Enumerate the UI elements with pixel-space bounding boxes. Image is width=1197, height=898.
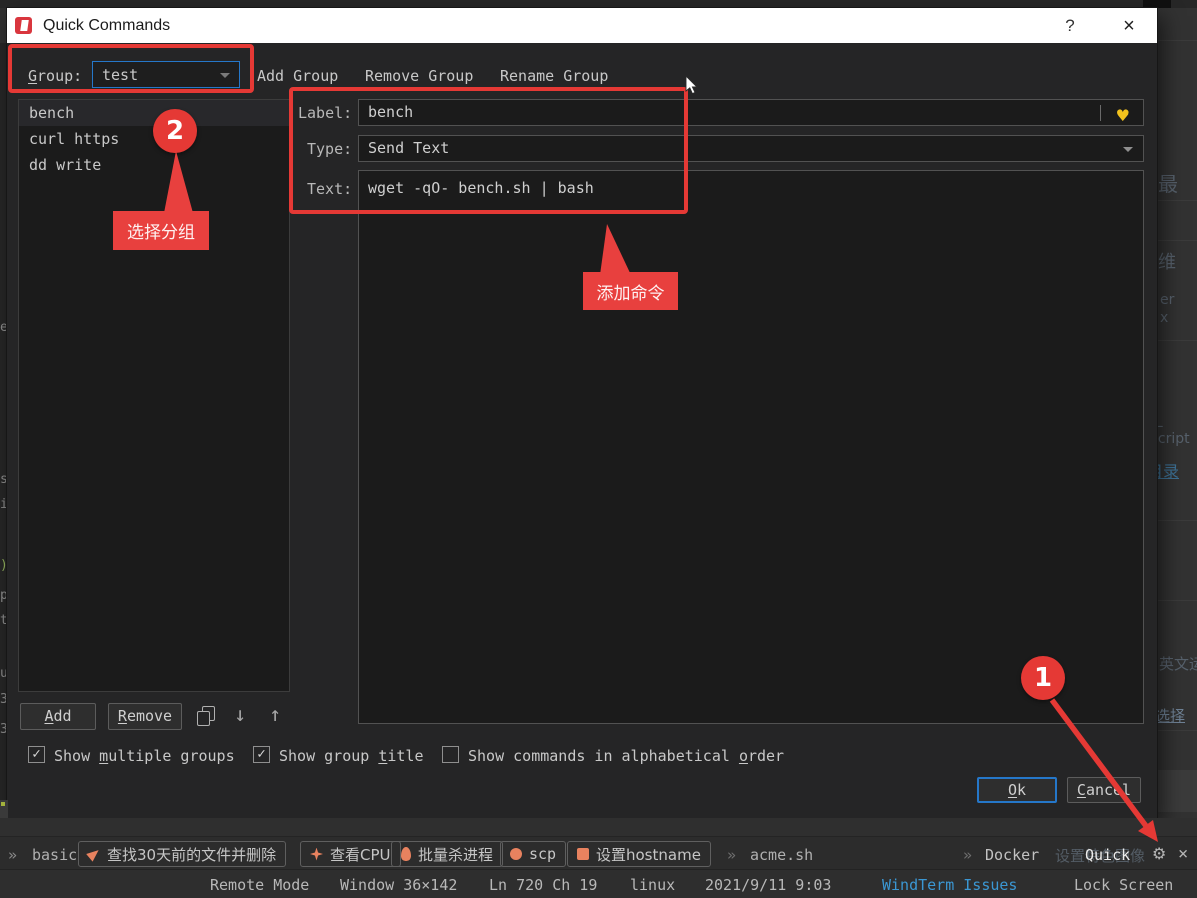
- quick-command-button[interactable]: 设置hostname: [567, 841, 711, 867]
- dialog-title: Quick Commands: [43, 17, 170, 35]
- command-list[interactable]: bench curl https dd write: [18, 99, 290, 692]
- chevrons-icon[interactable]: »: [8, 846, 17, 864]
- bg-fragment: p: [0, 588, 7, 603]
- bg-fragment: Script: [1157, 431, 1190, 447]
- bg-fragment: 3: [0, 692, 7, 707]
- duplicate-icon[interactable]: [197, 706, 217, 727]
- dot-icon: [510, 848, 522, 860]
- status-bar: Remote Mode Window 36×142 Ln 720 Ch 19 l…: [0, 870, 1197, 898]
- bg-fragment: x: [1160, 310, 1168, 326]
- list-item-curl-https[interactable]: curl https: [19, 126, 289, 152]
- windterm-issues-link[interactable]: WindTerm Issues: [882, 876, 1017, 894]
- ok-button[interactable]: Ok: [977, 777, 1057, 803]
- bg-fragment: 最: [1158, 168, 1178, 197]
- background-right-column: 最 维 er x L Script 目录 英文运 选择: [1157, 8, 1197, 898]
- bg-fragment: u: [0, 666, 7, 681]
- bg-fragment: t: [0, 613, 7, 628]
- checkbox-show-group-title[interactable]: [253, 746, 270, 763]
- remove-button[interactable]: Remove: [108, 703, 182, 730]
- tab-basic[interactable]: basic: [32, 846, 77, 864]
- background-left-strip: e s i ) p t u 3 3: [0, 43, 7, 818]
- bg-fragment: 英文运: [1159, 653, 1197, 674]
- type-dropdown-value: Send Text: [368, 139, 449, 157]
- status-os[interactable]: linux: [630, 876, 675, 894]
- square-icon: [577, 848, 589, 860]
- session-tab-bar: » basic 查找30天前的文件并删除 查看CPU 批量杀进程 scp 设置h…: [0, 836, 1197, 870]
- quick-command-button[interactable]: 查看CPU: [300, 841, 401, 867]
- chevron-down-icon: [220, 73, 230, 78]
- move-down-icon[interactable]: ↓: [234, 702, 246, 726]
- menu-rename-group[interactable]: Rename Group: [500, 67, 608, 85]
- quick-command-button[interactable]: 批量杀进程: [391, 841, 503, 867]
- bg-fragment: 目录: [1157, 458, 1179, 482]
- list-item-bench[interactable]: bench: [19, 100, 289, 126]
- checkbox-show-multiple-groups[interactable]: [28, 746, 45, 763]
- tabbar-close-icon[interactable]: ×: [1178, 844, 1188, 864]
- bg-fragment: L: [1157, 415, 1163, 431]
- background-top-strip: [0, 0, 1197, 8]
- background-corner-dot: [1, 802, 5, 806]
- bg-fragment: er: [1160, 292, 1174, 308]
- gear-icon[interactable]: ⚙: [1152, 844, 1166, 863]
- status-lock-screen[interactable]: Lock Screen: [1074, 876, 1173, 894]
- text-field[interactable]: wget -qO- bench.sh | bash: [358, 170, 1144, 724]
- type-dropdown[interactable]: Send Text: [358, 135, 1144, 162]
- label-field[interactable]: bench ♥: [358, 99, 1144, 126]
- field-divider: [1100, 105, 1101, 121]
- checkbox-alphabetical-order[interactable]: [442, 746, 459, 763]
- bg-fragment: 维: [1158, 248, 1176, 274]
- favorite-heart-icon[interactable]: ♥: [1116, 103, 1130, 128]
- group-label: Group:: [28, 67, 82, 85]
- tab-docker[interactable]: Docker: [985, 846, 1039, 864]
- quick-command-button[interactable]: 查找30天前的文件并删除: [78, 841, 286, 867]
- checkbox-label[interactable]: Show group title: [279, 747, 424, 765]
- background-top-black-block: [1143, 0, 1171, 8]
- group-dropdown[interactable]: test: [92, 61, 240, 88]
- chevrons-icon[interactable]: »: [727, 846, 736, 864]
- menu-add-group[interactable]: Add Group: [257, 67, 338, 85]
- bg-fragment: e: [0, 320, 7, 335]
- text-field-value: wget -qO- bench.sh | bash: [368, 179, 594, 197]
- fan-icon: [310, 848, 323, 861]
- label-field-value: bench: [368, 103, 413, 121]
- text-caption: Text:: [307, 180, 352, 198]
- send-icon: [86, 846, 102, 861]
- label-caption: Label:: [298, 104, 352, 122]
- group-dropdown-value: test: [102, 66, 138, 84]
- chevrons-icon[interactable]: »: [963, 846, 972, 864]
- screenshot-root: 最 维 er x L Script 目录 英文运 选择 e s i ) p t …: [0, 0, 1197, 898]
- status-datetime[interactable]: 2021/9/11 9:03: [705, 876, 831, 894]
- list-item-dd-write[interactable]: dd write: [19, 152, 289, 178]
- bg-fragment: 选择: [1157, 705, 1185, 726]
- bg-fragment: 3: [0, 722, 7, 737]
- bg-fragment: i: [0, 497, 7, 512]
- status-cursor-position[interactable]: Ln 720 Ch 19: [489, 876, 597, 894]
- tab-quick-active[interactable]: Quick: [1085, 846, 1130, 864]
- quick-commands-dialog: Quick Commands ? × Group: test Add Group…: [7, 8, 1157, 818]
- quick-command-button[interactable]: scp: [500, 841, 566, 867]
- checkbox-label[interactable]: Show multiple groups: [54, 747, 235, 765]
- move-up-icon[interactable]: ↑: [269, 702, 281, 726]
- chevron-down-icon: [1123, 147, 1133, 152]
- status-window-size[interactable]: Window 36×142: [340, 876, 457, 894]
- tab-acme-sh[interactable]: acme.sh: [750, 846, 813, 864]
- close-button[interactable]: ×: [1115, 12, 1143, 40]
- bg-fragment: ): [0, 558, 7, 573]
- menu-remove-group[interactable]: Remove Group: [365, 67, 473, 85]
- status-remote-mode[interactable]: Remote Mode: [210, 876, 309, 894]
- add-button[interactable]: Add: [20, 703, 96, 730]
- help-button[interactable]: ?: [1057, 13, 1083, 39]
- checkbox-label[interactable]: Show commands in alphabetical order: [468, 747, 784, 765]
- dialog-titlebar[interactable]: Quick Commands ? ×: [7, 8, 1157, 43]
- type-caption: Type:: [307, 140, 352, 158]
- rocket-icon: [401, 847, 411, 861]
- cancel-button[interactable]: Cancel: [1067, 777, 1141, 803]
- windterm-app-icon: [15, 17, 32, 34]
- bg-fragment: s: [0, 472, 7, 487]
